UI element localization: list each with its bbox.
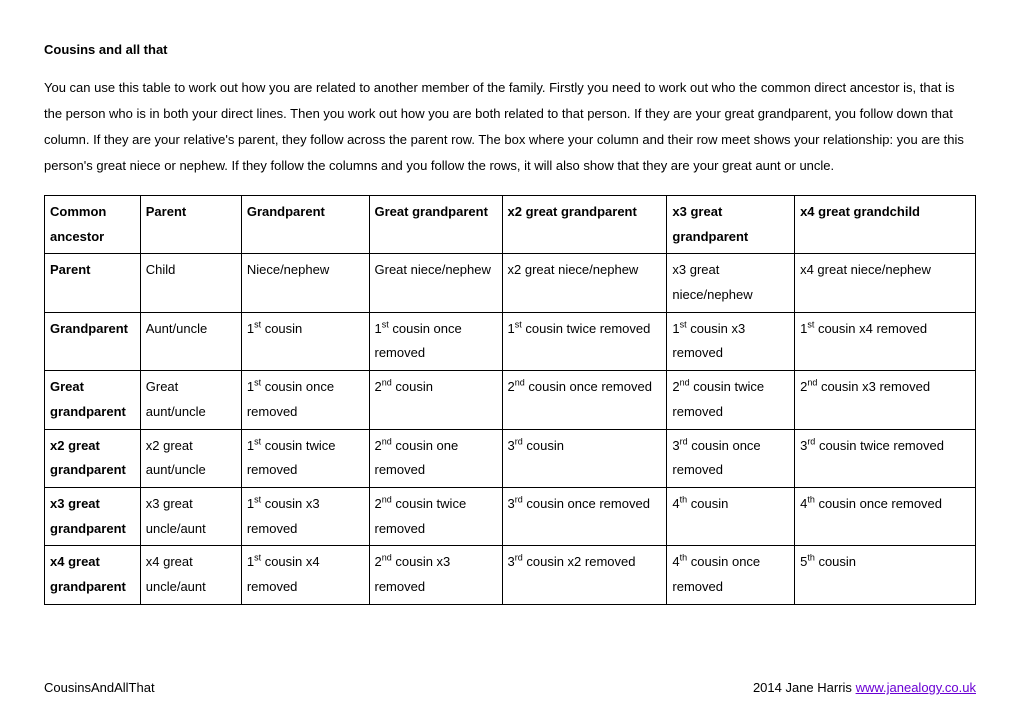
col-header: Common ancestor (45, 196, 141, 254)
row-header: Grandparent (45, 312, 141, 370)
table-cell: 2nd cousin once removed (502, 371, 667, 429)
row-header: x3 great grandparent (45, 487, 141, 545)
table-cell: 3rd cousin x2 removed (502, 546, 667, 604)
table-cell: 4th cousin (667, 487, 795, 545)
col-header: Grandparent (241, 196, 369, 254)
cousins-table: Common ancestor Parent Grandparent Great… (44, 195, 976, 605)
row-header: x4 great grandparent (45, 546, 141, 604)
table-row: x4 great grandparentx4 great uncle/aunt1… (45, 546, 976, 604)
table-cell: x2 great aunt/uncle (140, 429, 241, 487)
table-cell: 1st cousin twice removed (502, 312, 667, 370)
table-cell: 1st cousin once removed (369, 312, 502, 370)
table-cell: 1st cousin x3 removed (241, 487, 369, 545)
table-cell: x4 great uncle/aunt (140, 546, 241, 604)
table-cell: 1st cousin once removed (241, 371, 369, 429)
table-cell: 4th cousin once removed (667, 546, 795, 604)
table-cell: 3rd cousin once removed (667, 429, 795, 487)
table-header-row: Common ancestor Parent Grandparent Great… (45, 196, 976, 254)
footer-left: CousinsAndAllThat (44, 680, 155, 695)
footer-link[interactable]: www.janealogy.co.uk (856, 680, 976, 695)
table-row: GrandparentAunt/uncle1st cousin1st cousi… (45, 312, 976, 370)
row-header: Great grandparent (45, 371, 141, 429)
table-cell: 1st cousin x3 removed (667, 312, 795, 370)
table-cell: Great niece/nephew (369, 254, 502, 312)
table-cell: 2nd cousin x3 removed (795, 371, 976, 429)
table-cell: 4th cousin once removed (795, 487, 976, 545)
table-cell: x3 great uncle/aunt (140, 487, 241, 545)
footer-right: 2014 Jane Harris www.janealogy.co.uk (753, 680, 976, 695)
table-cell: x3 great niece/nephew (667, 254, 795, 312)
col-header: x3 great grandparent (667, 196, 795, 254)
row-header: x2 great grandparent (45, 429, 141, 487)
table-cell: x4 great niece/nephew (795, 254, 976, 312)
table-cell: 1st cousin x4 removed (241, 546, 369, 604)
table-cell: 1st cousin x4 removed (795, 312, 976, 370)
col-header: x2 great grandparent (502, 196, 667, 254)
col-header: x4 great grandchild (795, 196, 976, 254)
table-cell: Great aunt/uncle (140, 371, 241, 429)
col-header: Parent (140, 196, 241, 254)
table-row: Great grandparentGreat aunt/uncle1st cou… (45, 371, 976, 429)
page-footer: CousinsAndAllThat 2014 Jane Harris www.j… (44, 680, 976, 695)
table-cell: Niece/nephew (241, 254, 369, 312)
table-cell: Aunt/uncle (140, 312, 241, 370)
table-cell: x2 great niece/nephew (502, 254, 667, 312)
table-row: ParentChildNiece/nephewGreat niece/nephe… (45, 254, 976, 312)
table-cell: 2nd cousin twice removed (369, 487, 502, 545)
table-cell: 2nd cousin (369, 371, 502, 429)
table-cell: 1st cousin twice removed (241, 429, 369, 487)
table-cell: Child (140, 254, 241, 312)
footer-credit: 2014 Jane Harris (753, 680, 856, 695)
row-header: Parent (45, 254, 141, 312)
table-cell: 2nd cousin one removed (369, 429, 502, 487)
table-cell: 2nd cousin x3 removed (369, 546, 502, 604)
table-cell: 3rd cousin (502, 429, 667, 487)
table-cell: 2nd cousin twice removed (667, 371, 795, 429)
table-row: x2 great grandparentx2 great aunt/uncle1… (45, 429, 976, 487)
table-cell: 3rd cousin twice removed (795, 429, 976, 487)
col-header: Great grandparent (369, 196, 502, 254)
intro-paragraph: You can use this table to work out how y… (44, 75, 976, 179)
table-cell: 5th cousin (795, 546, 976, 604)
table-row: x3 great grandparentx3 great uncle/aunt1… (45, 487, 976, 545)
page-title: Cousins and all that (44, 42, 976, 57)
table-cell: 1st cousin (241, 312, 369, 370)
table-cell: 3rd cousin once removed (502, 487, 667, 545)
